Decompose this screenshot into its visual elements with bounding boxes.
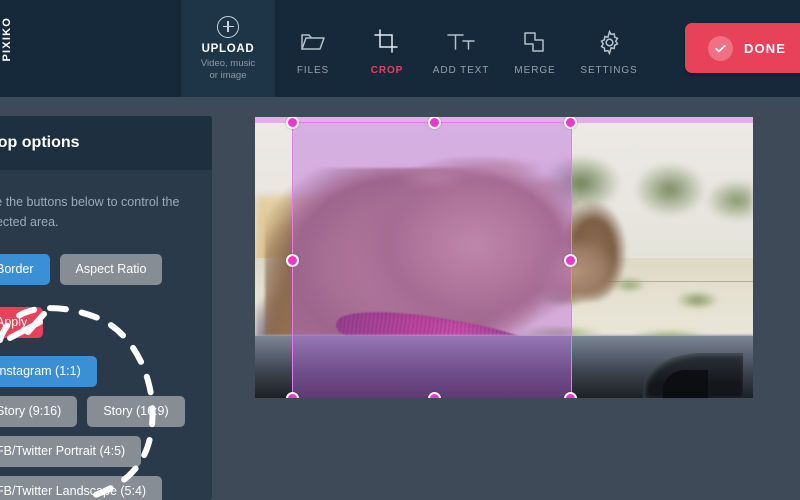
photo-dog-fur — [364, 145, 594, 230]
panel-header: Crop options — [0, 116, 212, 170]
ratio-row: Story (9:16) Story (16:9) — [0, 396, 190, 427]
border-button[interactable]: Border — [0, 254, 50, 285]
upload-button[interactable]: UPLOAD Video, music or image — [181, 0, 275, 97]
ratio-row: FB/Twitter Portrait (4:5) — [0, 436, 190, 467]
upload-subtitle: Video, music or image — [201, 58, 255, 82]
apply-row: Apply — [0, 307, 190, 338]
crop-options-panel: Crop options Use the buttons below to co… — [0, 116, 212, 500]
plus-circle-icon — [217, 15, 239, 38]
merge-icon — [522, 27, 548, 57]
ratio-fb-twitter-portrait-button[interactable]: FB/Twitter Portrait (4:5) — [0, 436, 142, 467]
tool-add-text[interactable]: ADD TEXT — [424, 0, 498, 97]
tool-add-text-label: ADD TEXT — [432, 65, 490, 76]
crop-handle-mid-right[interactable] — [564, 254, 577, 267]
done-button[interactable]: DONE — [685, 23, 800, 73]
panel-title: Crop options — [0, 134, 80, 151]
preview-photo — [255, 117, 753, 398]
crop-handle-bottom-center[interactable] — [428, 392, 441, 398]
ratio-row: FB/Twitter Landscape (5:4) — [0, 476, 190, 500]
tool-merge[interactable]: MERGE — [498, 0, 572, 97]
image-canvas[interactable] — [255, 117, 753, 398]
crop-handle-bottom-left[interactable] — [286, 392, 299, 398]
upload-subtitle-line2: or image — [209, 69, 247, 81]
crop-icon — [374, 27, 400, 57]
done-button-label: DONE — [744, 40, 786, 56]
tool-settings-label: SETTINGS — [580, 65, 638, 76]
tool-crop[interactable]: CROP — [350, 0, 424, 97]
tool-list: FILES CROP ADD TEXT MERGE SETTINGS — [276, 0, 646, 97]
ratio-story-16-9-button[interactable]: Story (16:9) — [87, 396, 185, 427]
apply-button[interactable]: Apply — [0, 307, 44, 338]
tool-crop-label: CROP — [370, 65, 404, 76]
pixiko-editor-window: PIXIKO UPLOAD Video, music or image FILE… — [0, 0, 800, 500]
crop-action-row: Border Aspect Ratio — [0, 254, 190, 285]
folder-icon — [300, 27, 326, 57]
ratio-fb-twitter-landscape-button[interactable]: FB/Twitter Landscape (5:4) — [0, 476, 163, 500]
aspect-ratio-button[interactable]: Aspect Ratio — [59, 254, 163, 285]
photo-door-handle-inner — [663, 369, 709, 398]
upload-title: UPLOAD — [201, 42, 255, 55]
logo-mark-icon: PIXIKO — [0, 17, 13, 75]
gear-icon — [597, 27, 622, 57]
aspect-ratio-list: Instagram (1:1) Story (9:16) Story (16:9… — [0, 356, 190, 500]
tool-files-label: FILES — [296, 65, 330, 76]
logo-wordmark: PIXIKO — [1, 17, 13, 62]
top-toolbar: PIXIKO UPLOAD Video, music or image FILE… — [0, 0, 800, 97]
ratio-row: Instagram (1:1) — [0, 356, 190, 387]
upload-subtitle-line1: Video, music — [200, 57, 256, 69]
panel-description: Use the buttons below to control the sel… — [0, 195, 180, 229]
crop-top-strip — [255, 117, 753, 123]
panel-body: Use the buttons below to control the sel… — [0, 170, 212, 500]
photo-dog-snout — [523, 229, 644, 314]
app-logo[interactable]: PIXIKO — [0, 16, 24, 76]
tool-settings[interactable]: SETTINGS — [572, 0, 646, 97]
check-circle-icon — [708, 35, 733, 61]
text-icon — [446, 27, 476, 57]
tool-files[interactable]: FILES — [276, 0, 350, 97]
ratio-instagram-button[interactable]: Instagram (1:1) — [0, 356, 97, 387]
crop-handle-mid-left[interactable] — [286, 254, 299, 267]
tool-merge-label: MERGE — [514, 65, 556, 76]
ratio-story-9-16-button[interactable]: Story (9:16) — [0, 396, 78, 427]
crop-handle-bottom-right[interactable] — [564, 392, 577, 398]
